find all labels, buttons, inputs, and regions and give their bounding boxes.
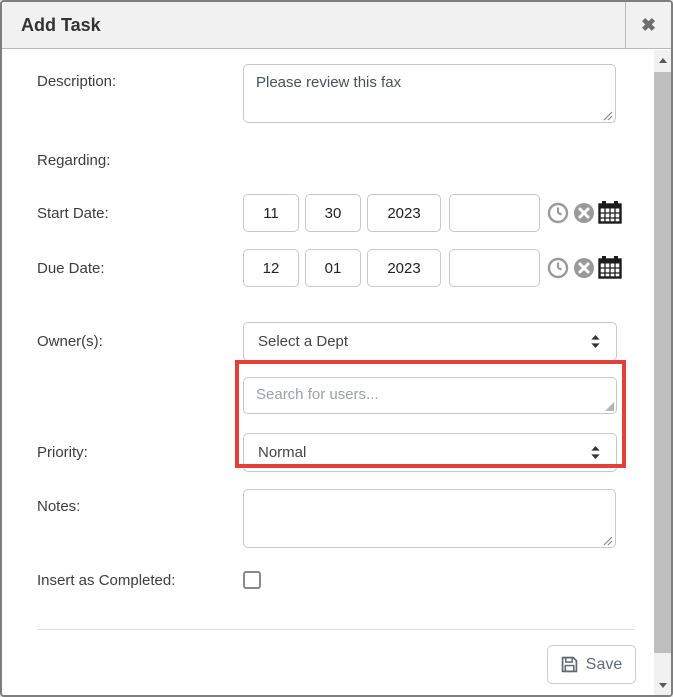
start-year-input[interactable]	[367, 194, 441, 232]
floppy-disk-icon	[561, 656, 578, 673]
triangle-down-icon	[659, 683, 667, 688]
due-month-input[interactable]	[243, 249, 299, 287]
user-search-input[interactable]	[243, 377, 617, 414]
owners-label: Owner(s):	[37, 333, 103, 350]
scroll-down-button[interactable]	[654, 675, 671, 695]
due-calendar-icon[interactable]	[598, 255, 622, 279]
priority-select[interactable]: Normal	[243, 433, 617, 472]
scrollbar-thumb[interactable]	[654, 72, 671, 653]
description-input[interactable]: Please review this fax	[243, 64, 616, 123]
due-date-label: Due Date:	[37, 260, 105, 277]
dept-select[interactable]: Select a Dept	[243, 322, 617, 361]
insert-completed-label: Insert as Completed:	[37, 572, 175, 589]
start-clock-icon[interactable]	[547, 202, 569, 224]
vertical-scrollbar[interactable]	[654, 50, 671, 695]
regarding-label: Regarding:	[37, 152, 110, 169]
due-day-input[interactable]	[305, 249, 361, 287]
close-icon: ✖	[641, 16, 656, 34]
start-calendar-icon[interactable]	[598, 200, 622, 224]
save-button[interactable]: Save	[547, 645, 636, 684]
select-updown-icon	[589, 334, 602, 349]
start-time-input[interactable]	[449, 194, 540, 232]
start-date-label: Start Date:	[37, 205, 109, 222]
start-day-input[interactable]	[305, 194, 361, 232]
priority-label: Priority:	[37, 444, 88, 461]
notes-label: Notes:	[37, 498, 80, 515]
description-label: Description:	[37, 73, 116, 90]
due-year-input[interactable]	[367, 249, 441, 287]
dialog-body: Description: Please review this fax Rega…	[2, 50, 671, 695]
due-clear-icon[interactable]	[573, 257, 595, 279]
select-updown-icon	[589, 445, 602, 460]
footer-divider	[37, 629, 635, 630]
scroll-up-button[interactable]	[654, 50, 671, 70]
due-time-input[interactable]	[449, 249, 540, 287]
priority-select-value: Normal	[258, 444, 589, 461]
dialog-title: Add Task	[21, 15, 101, 36]
start-month-input[interactable]	[243, 194, 299, 232]
insert-completed-checkbox[interactable]	[243, 571, 261, 589]
notes-input[interactable]	[243, 489, 616, 548]
close-button[interactable]: ✖	[625, 2, 671, 48]
dialog-header: Add Task ✖	[2, 2, 671, 49]
triangle-up-icon	[659, 58, 667, 63]
start-clear-icon[interactable]	[573, 202, 595, 224]
dept-select-value: Select a Dept	[258, 333, 589, 350]
due-clock-icon[interactable]	[547, 257, 569, 279]
save-button-label: Save	[586, 656, 622, 674]
add-task-dialog: Add Task ✖ Description: Please review th…	[0, 0, 673, 697]
